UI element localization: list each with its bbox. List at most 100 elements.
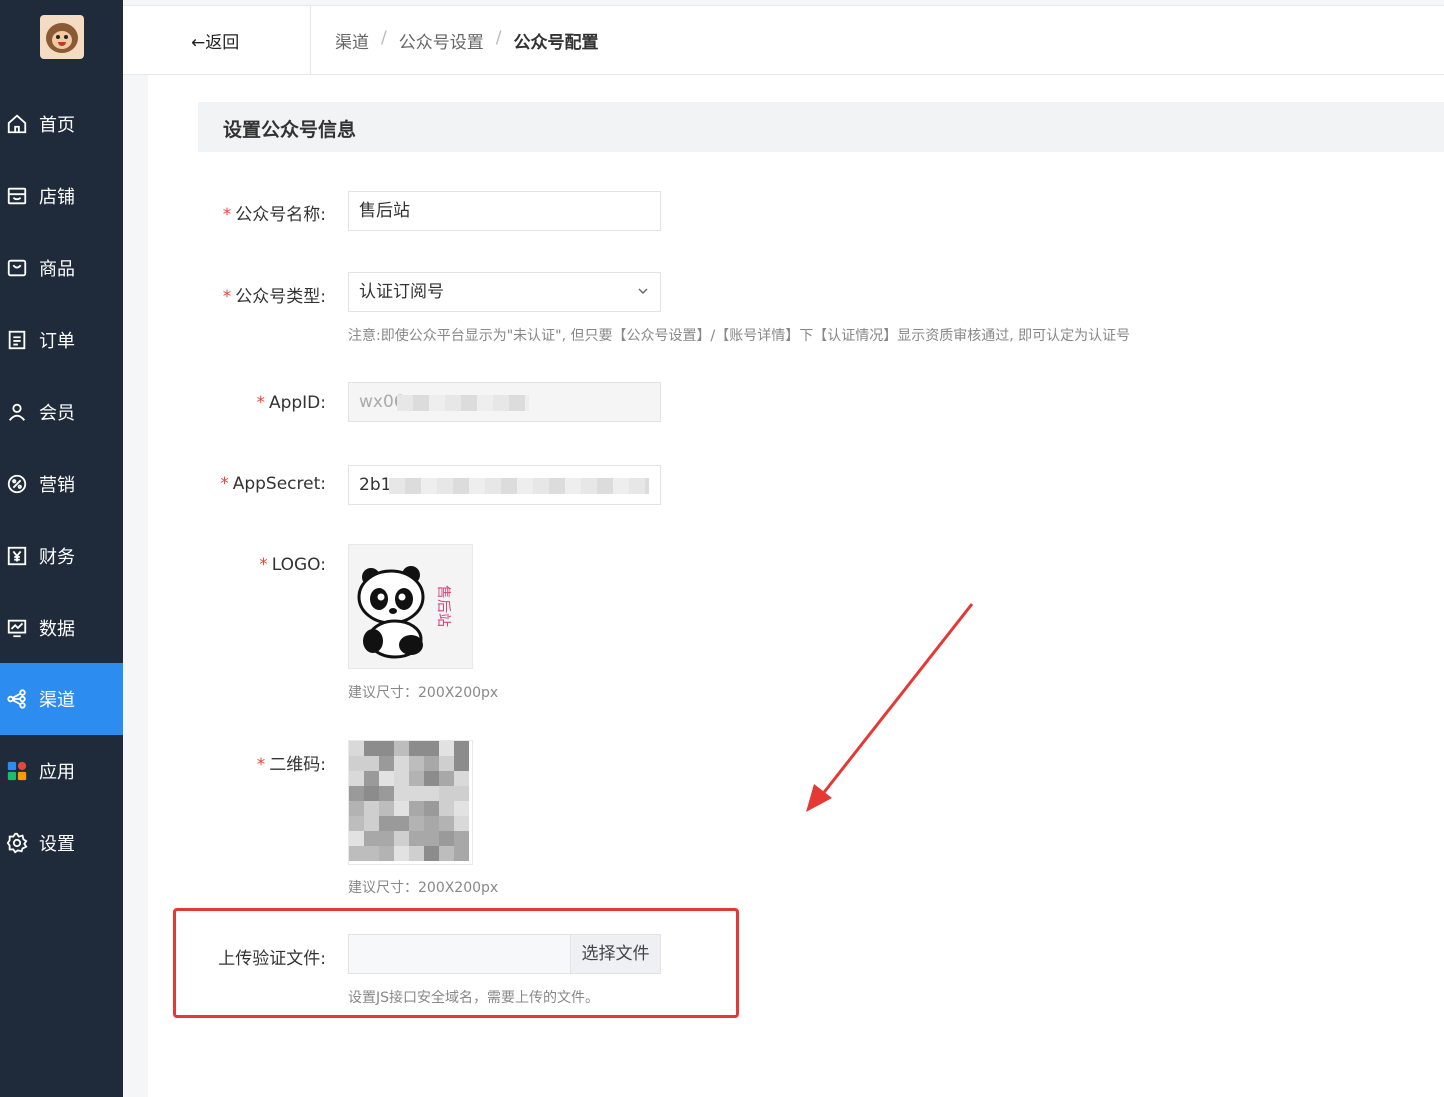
highlight-box <box>173 908 739 1018</box>
chart-icon <box>5 616 29 640</box>
qrcode-cell <box>379 801 394 816</box>
account-name-input[interactable]: 售后站 <box>348 191 661 231</box>
type-label: * 公众号类型: <box>222 287 326 307</box>
qrcode-cell <box>364 786 379 801</box>
qrcode-cell <box>379 831 394 846</box>
qrcode-cell <box>454 831 469 846</box>
panda-logo-image: 售后站 <box>357 566 451 659</box>
sidebar-item-channel[interactable]: 渠道 <box>0 663 123 735</box>
qrcode-cell <box>349 756 364 771</box>
logo-upload[interactable]: 售后站 <box>348 544 473 669</box>
sidebar-item-shop[interactable]: 店铺 <box>0 160 123 232</box>
sidebar-item-orders[interactable]: 订单 <box>0 304 123 376</box>
qrcode-cell <box>439 741 454 756</box>
required-mark: * <box>256 755 266 775</box>
sidebar-item-finance[interactable]: 财务 <box>0 520 123 592</box>
qrcode-cell <box>424 786 439 801</box>
qrcode-cell <box>349 741 364 756</box>
qrcode-cell <box>454 741 469 756</box>
sidebar-item-label: 首页 <box>39 115 75 136</box>
yuan-icon <box>5 544 29 568</box>
required-mark: * <box>256 393 265 413</box>
required-mark: * <box>220 474 229 494</box>
qrcode-cell <box>409 741 424 756</box>
logo-area <box>0 0 123 74</box>
top-bar: ←返回 渠道 / 公众号设置 / 公众号配置 <box>123 5 1444 76</box>
required-mark: * <box>222 287 232 307</box>
account-type-value: 认证订阅号 <box>359 282 444 302</box>
qrcode-cell <box>394 846 409 861</box>
qrcode-cell <box>409 816 424 831</box>
qrcode-cell <box>424 816 439 831</box>
sidebar-item-label: 订单 <box>39 331 75 352</box>
qrcode-cell <box>454 846 469 861</box>
qrcode-cell <box>349 801 364 816</box>
account-type-select[interactable]: 认证订阅号 <box>348 272 661 312</box>
qrcode-cell <box>364 816 379 831</box>
qrcode-cell <box>439 816 454 831</box>
qrcode-cell <box>364 846 379 861</box>
breadcrumb-item-account-settings[interactable]: 公众号设置 <box>399 28 484 53</box>
appsecret-label: * AppSecret: <box>220 474 326 494</box>
appsecret-input[interactable]: 2b1 <box>348 465 661 505</box>
qrcode-cell <box>409 771 424 786</box>
qrcode-cell <box>394 786 409 801</box>
breadcrumb-separator: / <box>381 28 387 48</box>
qrcode-cell <box>409 786 424 801</box>
sidebar-item-label: 应用 <box>39 762 75 783</box>
brand-logo[interactable] <box>39 15 84 59</box>
chevron-down-icon <box>638 288 648 294</box>
sidebar-item-members[interactable]: 会员 <box>0 376 123 448</box>
qrcode-cell <box>364 831 379 846</box>
required-mark: * <box>259 555 268 575</box>
qrcode-cell <box>424 801 439 816</box>
qrcode-cell <box>394 831 409 846</box>
qrcode-upload[interactable] <box>348 740 473 865</box>
qrcode-cell <box>424 741 439 756</box>
qrcode-cell <box>439 771 454 786</box>
sidebar-item-data[interactable]: 数据 <box>0 592 123 664</box>
qrcode-cell <box>349 786 364 801</box>
qrcode-cell <box>349 846 364 861</box>
appid-input[interactable]: wx06 <box>348 382 661 422</box>
appid-label: * AppID: <box>256 393 326 413</box>
home-icon <box>5 112 29 136</box>
sidebar-item-goods[interactable]: 商品 <box>0 232 123 304</box>
sidebar-item-label: 数据 <box>39 619 75 640</box>
qrcode-cell <box>439 801 454 816</box>
qrcode-cell <box>454 756 469 771</box>
qrcode-cell <box>454 816 469 831</box>
sidebar-item-settings[interactable]: 设置 <box>0 807 123 879</box>
qrcode-cell <box>394 771 409 786</box>
qrcode-label: * 二维码: <box>256 755 326 775</box>
sidebar-item-label: 会员 <box>39 403 75 424</box>
qrcode-cell <box>394 816 409 831</box>
apps-icon <box>5 759 29 783</box>
redaction-blur <box>397 395 529 411</box>
sidebar-item-label: 渠道 <box>39 690 75 711</box>
header-divider <box>310 6 311 76</box>
section-title: 设置公众号信息 <box>223 119 357 141</box>
qrcode-cell <box>349 816 364 831</box>
qrcode-cell <box>379 816 394 831</box>
percent-icon <box>5 472 29 496</box>
sidebar-item-apps[interactable]: 应用 <box>0 735 123 807</box>
qrcode-cell <box>409 831 424 846</box>
order-icon <box>5 328 29 352</box>
qrcode-cell <box>364 756 379 771</box>
qrcode-cell <box>424 846 439 861</box>
back-button[interactable]: ←返回 <box>191 28 239 53</box>
qrcode-cell <box>424 771 439 786</box>
qrcode-cell <box>349 771 364 786</box>
sidebar-item-home[interactable]: 首页 <box>0 88 123 160</box>
account-type-hint: 注意:即使公众平台显示为"未认证", 但只要【公众号设置】/【账号详情】下【认证… <box>348 328 1131 344</box>
qrcode-cell <box>394 801 409 816</box>
breadcrumb: 渠道 / 公众号设置 / 公众号配置 <box>335 28 598 53</box>
logo-image-text: 售后站 <box>435 585 451 627</box>
sidebar-item-marketing[interactable]: 营销 <box>0 448 123 520</box>
required-mark: * <box>222 205 232 225</box>
breadcrumb-item-channel[interactable]: 渠道 <box>335 28 369 53</box>
logo-size-hint: 建议尺寸：200X200px <box>348 685 499 701</box>
name-label: * 公众号名称: <box>222 205 326 225</box>
qrcode-cell <box>394 756 409 771</box>
